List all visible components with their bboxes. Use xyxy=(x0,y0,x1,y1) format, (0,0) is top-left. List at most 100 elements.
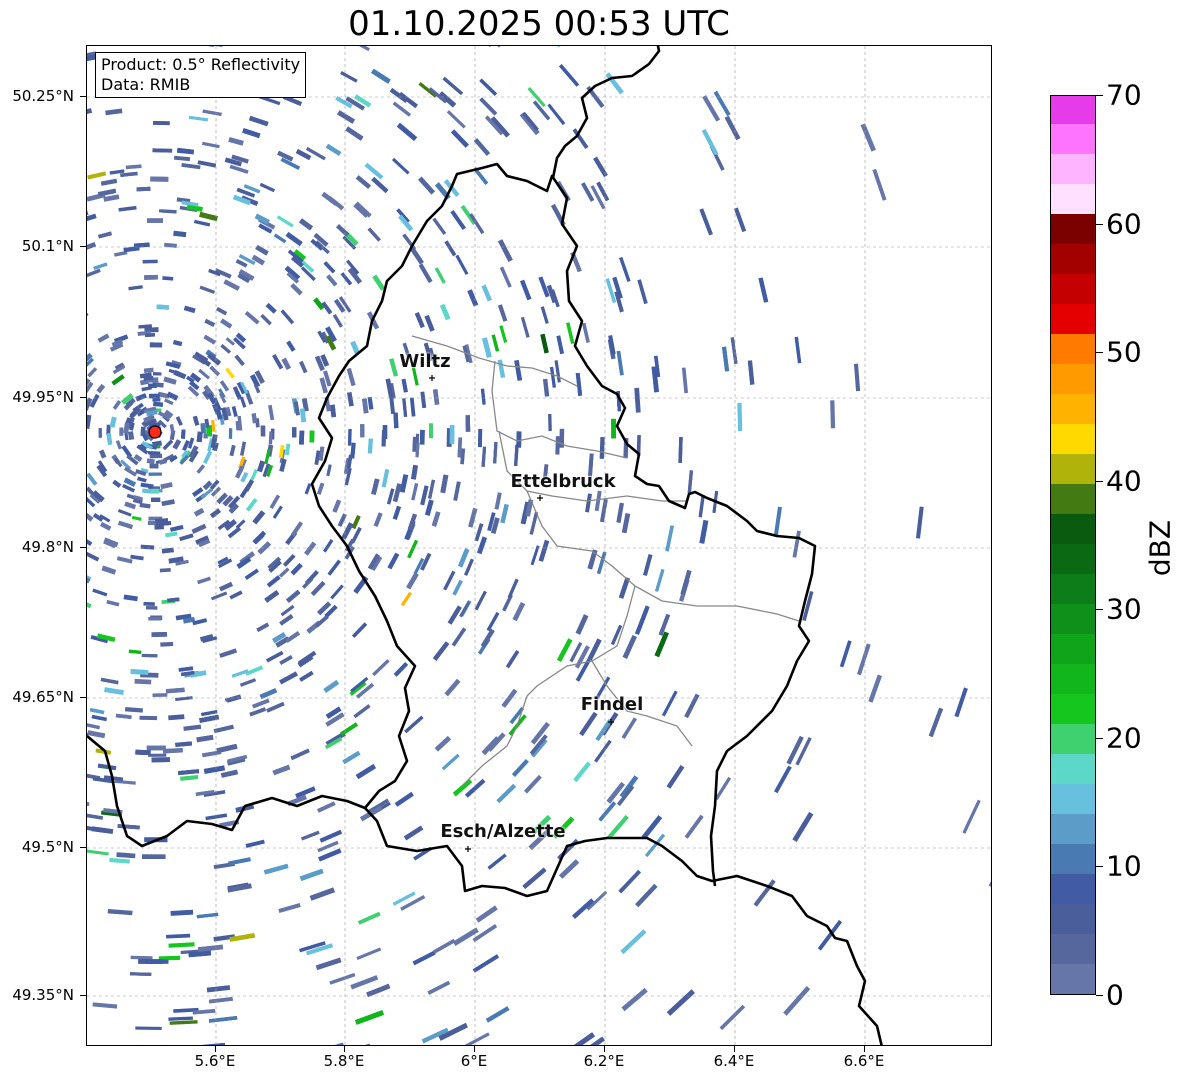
radar-map[interactable] xyxy=(86,45,992,1046)
echo-cell xyxy=(124,707,144,713)
echo-cell xyxy=(87,414,92,429)
echo-cell xyxy=(452,579,463,596)
lon-tick-label: 6°E xyxy=(460,1052,488,1070)
echo-cell xyxy=(123,594,138,602)
echo-cell xyxy=(449,425,455,444)
echo-cell xyxy=(180,774,199,781)
echo-cell xyxy=(618,869,642,894)
echo-cell xyxy=(446,110,466,129)
echo-cell xyxy=(491,334,500,352)
echo-cell xyxy=(514,360,523,381)
echo-cell xyxy=(244,479,254,492)
echo-cell xyxy=(149,463,159,469)
echo-cell xyxy=(453,481,461,501)
echo-cell xyxy=(240,441,246,456)
echo-cell xyxy=(431,511,441,527)
colorbar-segment xyxy=(1051,603,1095,634)
radar-site-marker xyxy=(148,425,162,439)
echo-cell xyxy=(106,600,120,607)
echo-cell xyxy=(868,674,882,703)
echo-cell xyxy=(162,747,183,754)
echo-cell xyxy=(366,983,391,998)
echo-cell xyxy=(450,210,466,230)
echo-cell xyxy=(209,365,221,377)
echo-cell xyxy=(228,428,233,439)
echo-cell xyxy=(540,306,549,324)
echo-cell xyxy=(758,277,769,303)
echo-cell xyxy=(134,678,152,685)
echo-cell xyxy=(713,90,731,117)
echo-cell xyxy=(273,233,287,244)
echo-cell xyxy=(114,779,136,785)
echo-cell xyxy=(481,446,487,467)
colorbar-segment xyxy=(1051,153,1095,184)
echo-cell xyxy=(371,176,389,194)
echo-cell xyxy=(175,696,193,702)
echo-cell xyxy=(96,383,106,394)
echo-cell xyxy=(555,436,561,455)
echo-cell xyxy=(272,505,283,519)
echo-cell xyxy=(701,128,719,156)
echo-cell xyxy=(325,143,342,156)
echo-cell xyxy=(97,333,110,343)
echo-cell xyxy=(418,263,433,283)
echo-cell xyxy=(419,429,425,445)
lat-tick-label: 49.95°N xyxy=(12,388,74,406)
echo-cell xyxy=(199,211,218,222)
echo-cell xyxy=(364,162,384,180)
echo-cell xyxy=(146,745,166,751)
echo-cell xyxy=(407,539,418,559)
echo-cell xyxy=(538,539,550,562)
echo-cell xyxy=(268,431,273,445)
echo-cell xyxy=(502,594,513,612)
echo-cell xyxy=(151,757,170,763)
echo-cell xyxy=(482,46,503,48)
colorbar-segment xyxy=(1051,213,1095,244)
echo-cell xyxy=(104,687,124,695)
echo-cell xyxy=(228,137,244,146)
colorbar-segment xyxy=(1051,933,1095,964)
echo-cell xyxy=(245,498,258,512)
echo-cell xyxy=(183,724,202,731)
echo-cell xyxy=(330,404,337,418)
echo-cell xyxy=(149,342,163,348)
echo-cell xyxy=(585,493,592,513)
echo-cell xyxy=(351,515,361,530)
echo-cell xyxy=(857,643,871,676)
echo-cell xyxy=(148,616,162,621)
echo-cell xyxy=(392,101,411,117)
echo-cell xyxy=(424,499,434,516)
echo-cell xyxy=(392,483,402,503)
echo-cell xyxy=(432,389,440,405)
echo-cell xyxy=(666,765,685,789)
colorbar-tick xyxy=(1096,995,1103,996)
echo-cell xyxy=(457,548,470,568)
colorbar-segment xyxy=(1051,393,1095,424)
echo-cell xyxy=(272,354,284,370)
echo-cell xyxy=(231,406,238,417)
echo-cell xyxy=(87,722,100,730)
colorbar-tick-label: 70 xyxy=(1106,78,1142,112)
echo-cell xyxy=(160,641,174,647)
echo-cell xyxy=(500,503,509,524)
colorbar-tick xyxy=(1096,866,1103,868)
echo-cell xyxy=(424,314,435,332)
echo-cell xyxy=(203,334,216,345)
echo-cell xyxy=(346,367,356,387)
echo-cell xyxy=(394,791,414,807)
city-label-wiltz: Wiltz xyxy=(399,351,451,372)
echo-cell xyxy=(260,314,272,326)
echo-cell xyxy=(166,391,179,401)
echo-cell xyxy=(557,838,579,861)
echo-cell xyxy=(465,415,471,432)
echo-cell xyxy=(272,764,291,776)
city-label-findel: Findel xyxy=(580,694,644,715)
echo-cell xyxy=(168,1016,193,1021)
echo-cell xyxy=(290,748,310,761)
colorbar-segment xyxy=(1051,903,1095,934)
echo-cell xyxy=(773,506,782,537)
echo-cell xyxy=(622,634,637,659)
echo-cell xyxy=(177,147,195,155)
echo-cell xyxy=(192,415,200,426)
echo-cell xyxy=(162,439,174,451)
